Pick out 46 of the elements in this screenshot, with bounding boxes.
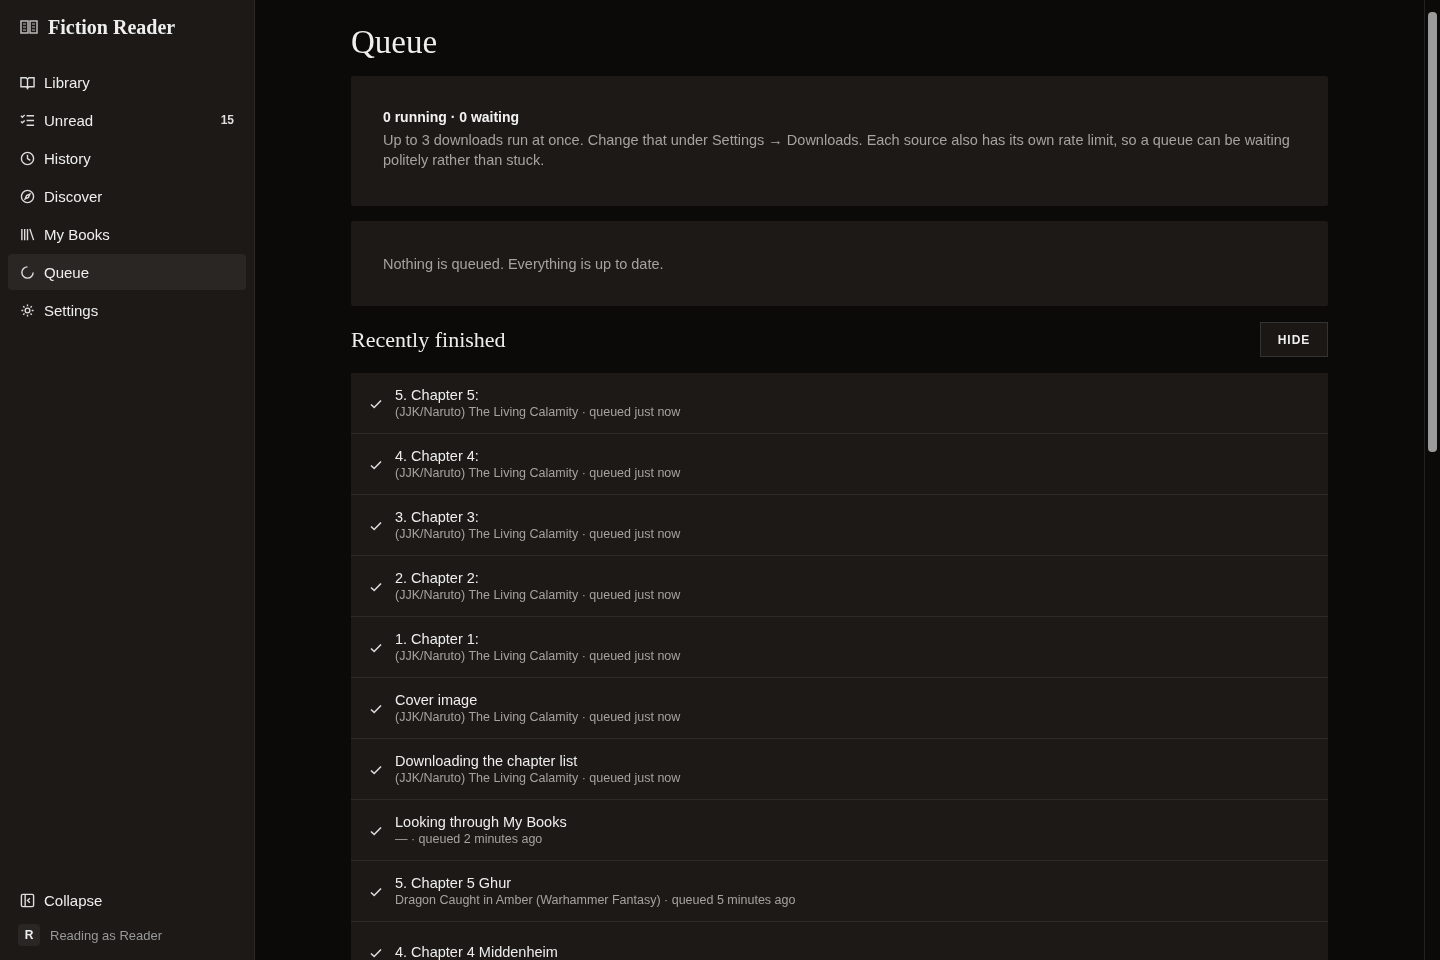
sidebar-item[interactable]: Settings xyxy=(8,292,246,328)
sidebar-item[interactable]: Discover xyxy=(8,178,246,214)
sidebar-item[interactable]: Library xyxy=(8,64,246,100)
item-title: Cover image xyxy=(395,692,479,708)
item-title: 4. Chapter 4: xyxy=(395,448,480,464)
sidebar-item[interactable]: Unread 15 xyxy=(8,102,246,138)
empty-message: Nothing is queued. Everything is up to date. xyxy=(383,254,664,274)
item-title: Looking through My Books xyxy=(395,814,567,830)
item-title: Downloading the chapter list xyxy=(395,753,579,769)
sidebar-item[interactable]: My Books xyxy=(8,216,246,252)
item-title: 3. Chapter 3: xyxy=(395,509,480,525)
sidebar-item[interactable]: Queue xyxy=(8,254,246,290)
sidebar-item[interactable]: History xyxy=(8,140,246,176)
item-details: (JJK/Naruto) The Living Calamity · queued just now xyxy=(395,405,681,419)
item-details: Dragon Caught in Amber (Warhammer Fantasy) · queued 5 minutes ago xyxy=(395,893,796,907)
item-details: (JJK/Naruto) The Living Calamity · queued just now xyxy=(395,649,681,663)
spinner-icon xyxy=(20,264,35,280)
item-details: — · queued 2 minutes ago xyxy=(395,832,544,846)
item-details: (JJK/Naruto) The Living Calamity · queued just now xyxy=(395,710,681,724)
item-title: 1. Chapter 1: xyxy=(395,631,480,647)
book-icon xyxy=(20,74,35,90)
item-details: (JJK/Naruto) The Living Calamity · queued just now xyxy=(395,466,681,480)
item-details: (JJK/Naruto) The Living Calamity · queued just now xyxy=(395,588,681,602)
section-title: Recently finished xyxy=(351,326,506,353)
item-title: 4. Chapter 4 Middenheim xyxy=(395,944,558,960)
item-details: (JJK/Naruto) The Living Calamity · queued just now xyxy=(395,771,681,785)
item-title: 5. Chapter 5: xyxy=(395,387,480,403)
queue-counts: 0 running · 0 waiting xyxy=(383,109,521,125)
compass-icon xyxy=(20,188,35,204)
item-details: (JJK/Naruto) The Living Calamity · queued just now xyxy=(395,527,681,541)
user-avatar: R xyxy=(18,924,40,946)
item-title: 2. Chapter 2: xyxy=(395,570,480,586)
page-title: Queue xyxy=(351,24,439,62)
item-title: 5. Chapter 5 Ghur xyxy=(395,875,513,891)
unread-count: 15 xyxy=(220,113,234,127)
queue-description: Up to 3 downloads run at once. Change that under Settings → Downloads. Each source also has its own rate limit, so a queue can be waiting politely rather than stuck. xyxy=(383,131,1291,170)
collapse-icon xyxy=(20,892,35,908)
user-label: Reading as Reader xyxy=(50,927,163,943)
scrollbar[interactable] xyxy=(1424,0,1440,960)
shelf-icon xyxy=(20,226,35,242)
clock-icon xyxy=(20,150,35,166)
app-title: Fiction Reader xyxy=(48,15,176,39)
checklist-icon xyxy=(20,112,35,128)
book-icon xyxy=(20,19,38,35)
collapse-button[interactable]: Collapse xyxy=(8,882,246,918)
hide-button[interactable]: HIDE xyxy=(1260,322,1328,357)
